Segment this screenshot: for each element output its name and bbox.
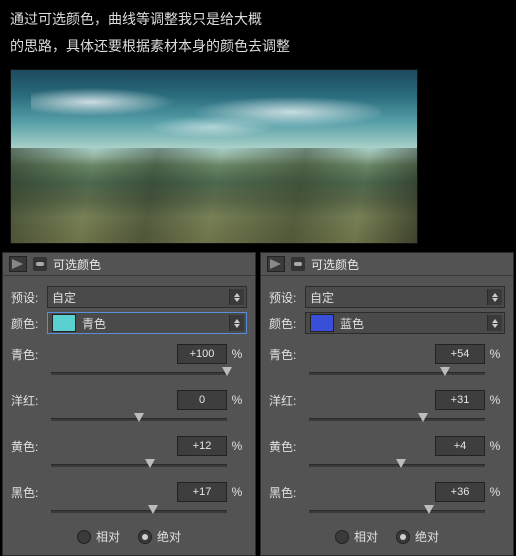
radio-icon [138, 530, 152, 544]
pct-label: % [485, 393, 505, 407]
color-swatch [52, 314, 76, 332]
slider-thumb[interactable] [396, 459, 406, 468]
caption-line2: 的思路，具体还要根据素材本身的颜色去调整 [10, 33, 506, 60]
visibility-icon[interactable] [291, 257, 305, 271]
yellow-value-input[interactable]: +4 [435, 436, 485, 456]
black-label: 黑色: [269, 484, 309, 501]
preset-label: 预设: [269, 289, 305, 306]
magenta-label: 洋红: [269, 392, 309, 409]
pct-label: % [227, 439, 247, 453]
yellow-label: 黄色: [269, 438, 309, 455]
relative-radio[interactable]: 相对 [335, 528, 378, 545]
cyan-slider-track[interactable] [309, 366, 485, 380]
black-value-input[interactable]: +36 [435, 482, 485, 502]
panel-title: 可选颜色 [53, 256, 101, 273]
panel-body: 预设: 自定 颜色: 青色 青色: +100 % [3, 276, 255, 555]
pct-label: % [227, 347, 247, 361]
slider-thumb[interactable] [440, 367, 450, 376]
preset-value: 自定 [52, 289, 76, 306]
black-slider-track[interactable] [51, 504, 227, 518]
pct-label: % [485, 439, 505, 453]
magenta-value-input[interactable]: +31 [435, 390, 485, 410]
black-slider-track[interactable] [309, 504, 485, 518]
landscape-preview-image [10, 69, 418, 244]
color-dropdown[interactable]: 青色 [47, 312, 247, 334]
color-value: 蓝色 [340, 315, 364, 332]
panel-header: 可选颜色 [3, 253, 255, 276]
radio-icon [77, 530, 91, 544]
caption-line1: 通过可选颜色，曲线等调整我只是给大概 [10, 6, 506, 33]
cyan-value-input[interactable]: +100 [177, 344, 227, 364]
absolute-label: 绝对 [157, 528, 181, 545]
panels-container: 可选颜色 预设: 自定 颜色: 青色 青色: +100 [0, 252, 516, 556]
radio-icon [396, 530, 410, 544]
adjustment-layer-icon [9, 256, 27, 272]
adjustment-layer-icon [267, 256, 285, 272]
slider-thumb[interactable] [222, 367, 232, 376]
color-label: 颜色: [11, 315, 47, 332]
relative-label: 相对 [354, 528, 378, 545]
yellow-value-input[interactable]: +12 [177, 436, 227, 456]
magenta-label: 洋红: [11, 392, 51, 409]
color-value: 青色 [82, 315, 106, 332]
panel-title: 可选颜色 [311, 256, 359, 273]
absolute-radio[interactable]: 绝对 [396, 528, 439, 545]
mode-radio-group: 相对 绝对 [11, 528, 247, 545]
selective-color-panel-right: 可选颜色 预设: 自定 颜色: 蓝色 青色: +54 [260, 252, 514, 556]
preset-dropdown[interactable]: 自定 [305, 286, 505, 308]
slider-thumb[interactable] [418, 413, 428, 422]
slider-thumb[interactable] [424, 505, 434, 514]
relative-radio[interactable]: 相对 [77, 528, 120, 545]
color-swatch [310, 314, 334, 332]
pct-label: % [227, 485, 247, 499]
chevron-updown-icon [487, 289, 502, 305]
radio-icon [335, 530, 349, 544]
absolute-label: 绝对 [415, 528, 439, 545]
yellow-slider-track[interactable] [51, 458, 227, 472]
selective-color-panel-left: 可选颜色 预设: 自定 颜色: 青色 青色: +100 [2, 252, 256, 556]
cyan-value-input[interactable]: +54 [435, 344, 485, 364]
magenta-slider-track[interactable] [309, 412, 485, 426]
relative-label: 相对 [96, 528, 120, 545]
caption-text: 通过可选颜色，曲线等调整我只是给大概 的思路，具体还要根据素材本身的颜色去调整 [0, 0, 516, 65]
chevron-updown-icon [229, 315, 244, 331]
black-label: 黑色: [11, 484, 51, 501]
chevron-updown-icon [229, 289, 244, 305]
absolute-radio[interactable]: 绝对 [138, 528, 181, 545]
pct-label: % [485, 347, 505, 361]
cyan-label: 青色: [269, 346, 309, 363]
color-label: 颜色: [269, 315, 305, 332]
preset-label: 预设: [11, 289, 47, 306]
chevron-updown-icon [487, 315, 502, 331]
mode-radio-group: 相对 绝对 [269, 528, 505, 545]
cyan-label: 青色: [11, 346, 51, 363]
visibility-icon[interactable] [33, 257, 47, 271]
pct-label: % [485, 485, 505, 499]
slider-thumb[interactable] [148, 505, 158, 514]
preset-value: 自定 [310, 289, 334, 306]
magenta-value-input[interactable]: 0 [177, 390, 227, 410]
slider-thumb[interactable] [145, 459, 155, 468]
slider-thumb[interactable] [134, 413, 144, 422]
yellow-slider-track[interactable] [309, 458, 485, 472]
preset-dropdown[interactable]: 自定 [47, 286, 247, 308]
cyan-slider-track[interactable] [51, 366, 227, 380]
yellow-label: 黄色: [11, 438, 51, 455]
panel-body: 预设: 自定 颜色: 蓝色 青色: +54 % [261, 276, 513, 555]
pct-label: % [227, 393, 247, 407]
color-dropdown[interactable]: 蓝色 [305, 312, 505, 334]
black-value-input[interactable]: +17 [177, 482, 227, 502]
magenta-slider-track[interactable] [51, 412, 227, 426]
panel-header: 可选颜色 [261, 253, 513, 276]
